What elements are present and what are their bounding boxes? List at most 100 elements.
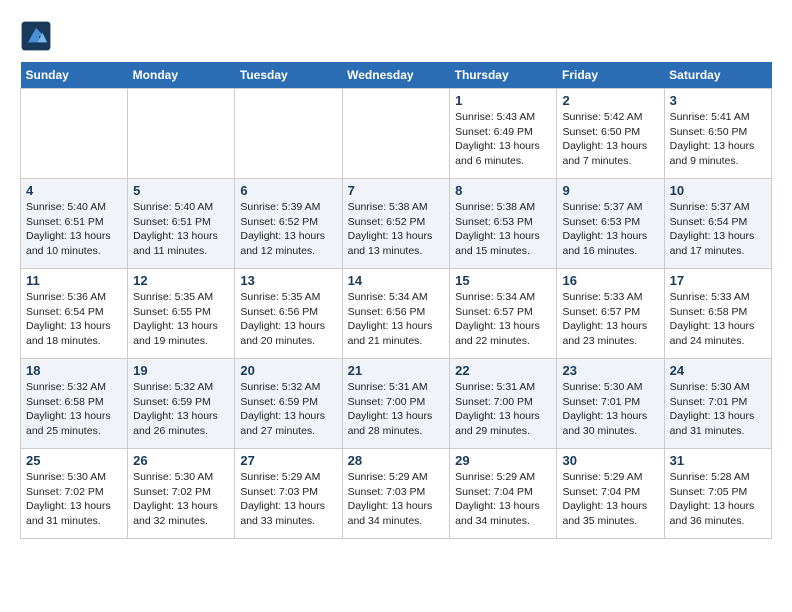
calendar-cell: 1Sunrise: 5:43 AM Sunset: 6:49 PM Daylig… <box>450 89 557 179</box>
calendar-cell: 23Sunrise: 5:30 AM Sunset: 7:01 PM Dayli… <box>557 359 664 449</box>
calendar-cell: 29 Sunrise: 5:29 AM Sunset: 7:04 PM Dayli… <box>450 449 557 539</box>
calendar-header: SundayMondayTuesdayWednesdayThursdayFrid… <box>21 62 772 89</box>
calendar-week-row: 25 Sunrise: 5:30 AM Sunset: 7:02 PM Dayli… <box>21 449 772 539</box>
day-number: 5 <box>133 183 229 198</box>
day-number: 9 <box>562 183 658 198</box>
day-number: 2 <box>562 93 658 108</box>
day-number: 25 <box>26 453 122 468</box>
day-details: Sunrise: 5:40 AM Sunset: 6:51 PM Dayligh… <box>26 200 122 259</box>
calendar-cell: 20 Sunrise: 5:32 AM Sunset: 6:59 PM Dayli… <box>235 359 342 449</box>
day-details: Sunrise: 5:34 AM Sunset: 6:56 PM Dayligh… <box>348 290 445 349</box>
day-details: Sunrise: 5:37 AM Sunset: 6:53 PM Dayligh… <box>562 200 658 259</box>
calendar-cell: 5Sunrise: 5:40 AM Sunset: 6:51 PM Daylig… <box>128 179 235 269</box>
weekday-header: Sunday <box>21 62 128 89</box>
day-details: Sunrise: 5:32 AM Sunset: 6:59 PM Dayligh… <box>240 380 336 439</box>
day-number: 21 <box>348 363 445 378</box>
day-number: 13 <box>240 273 336 288</box>
calendar-cell: 15Sunrise: 5:34 AM Sunset: 6:57 PM Dayli… <box>450 269 557 359</box>
calendar-cell: 7 Sunrise: 5:38 AM Sunset: 6:52 PM Daylig… <box>342 179 450 269</box>
calendar-cell <box>342 89 450 179</box>
day-details: Sunrise: 5:32 AM Sunset: 6:59 PM Dayligh… <box>133 380 229 439</box>
day-details: Sunrise: 5:41 AM Sunset: 6:50 PM Dayligh… <box>670 110 766 169</box>
day-details: Sunrise: 5:29 AM Sunset: 7:03 PM Dayligh… <box>240 470 336 529</box>
day-number: 20 <box>240 363 336 378</box>
calendar-week-row: 18Sunrise: 5:32 AM Sunset: 6:58 PM Dayli… <box>21 359 772 449</box>
day-number: 6 <box>240 183 336 198</box>
calendar-cell: 22Sunrise: 5:31 AM Sunset: 7:00 PM Dayli… <box>450 359 557 449</box>
weekday-header: Wednesday <box>342 62 450 89</box>
calendar-cell: 10Sunrise: 5:37 AM Sunset: 6:54 PM Dayli… <box>664 179 771 269</box>
calendar-cell <box>21 89 128 179</box>
day-number: 24 <box>670 363 766 378</box>
weekday-header: Tuesday <box>235 62 342 89</box>
calendar-cell: 8 Sunrise: 5:38 AM Sunset: 6:53 PM Daylig… <box>450 179 557 269</box>
day-details: Sunrise: 5:34 AM Sunset: 6:57 PM Dayligh… <box>455 290 551 349</box>
day-number: 10 <box>670 183 766 198</box>
day-number: 19 <box>133 363 229 378</box>
calendar-cell: 26 Sunrise: 5:30 AM Sunset: 7:02 PM Dayli… <box>128 449 235 539</box>
day-details: Sunrise: 5:30 AM Sunset: 7:01 PM Dayligh… <box>670 380 766 439</box>
calendar-cell: 21 Sunrise: 5:31 AM Sunset: 7:00 PM Dayli… <box>342 359 450 449</box>
calendar-cell: 4 Sunrise: 5:40 AM Sunset: 6:51 PM Daylig… <box>21 179 128 269</box>
calendar-cell <box>235 89 342 179</box>
calendar-cell <box>128 89 235 179</box>
day-details: Sunrise: 5:36 AM Sunset: 6:54 PM Dayligh… <box>26 290 122 349</box>
calendar-cell: 18Sunrise: 5:32 AM Sunset: 6:58 PM Dayli… <box>21 359 128 449</box>
day-number: 4 <box>26 183 122 198</box>
calendar-cell: 2 Sunrise: 5:42 AM Sunset: 6:50 PM Daylig… <box>557 89 664 179</box>
day-number: 7 <box>348 183 445 198</box>
calendar-cell: 25 Sunrise: 5:30 AM Sunset: 7:02 PM Dayli… <box>21 449 128 539</box>
calendar-cell: 14 Sunrise: 5:34 AM Sunset: 6:56 PM Dayli… <box>342 269 450 359</box>
day-details: Sunrise: 5:32 AM Sunset: 6:58 PM Dayligh… <box>26 380 122 439</box>
day-number: 29 <box>455 453 551 468</box>
calendar-week-row: 1Sunrise: 5:43 AM Sunset: 6:49 PM Daylig… <box>21 89 772 179</box>
calendar-cell: 27 Sunrise: 5:29 AM Sunset: 7:03 PM Dayli… <box>235 449 342 539</box>
day-number: 26 <box>133 453 229 468</box>
calendar-cell: 31 Sunrise: 5:28 AM Sunset: 7:05 PM Dayli… <box>664 449 771 539</box>
weekday-header: Thursday <box>450 62 557 89</box>
calendar-cell: 30Sunrise: 5:29 AM Sunset: 7:04 PM Dayli… <box>557 449 664 539</box>
page-header <box>20 20 772 52</box>
day-details: Sunrise: 5:35 AM Sunset: 6:56 PM Dayligh… <box>240 290 336 349</box>
day-number: 27 <box>240 453 336 468</box>
day-details: Sunrise: 5:31 AM Sunset: 7:00 PM Dayligh… <box>455 380 551 439</box>
day-number: 31 <box>670 453 766 468</box>
calendar-cell: 24 Sunrise: 5:30 AM Sunset: 7:01 PM Dayli… <box>664 359 771 449</box>
day-details: Sunrise: 5:29 AM Sunset: 7:04 PM Dayligh… <box>455 470 551 529</box>
day-details: Sunrise: 5:30 AM Sunset: 7:02 PM Dayligh… <box>26 470 122 529</box>
weekday-header: Monday <box>128 62 235 89</box>
day-number: 12 <box>133 273 229 288</box>
calendar-table: SundayMondayTuesdayWednesdayThursdayFrid… <box>20 62 772 539</box>
day-details: Sunrise: 5:43 AM Sunset: 6:49 PM Dayligh… <box>455 110 551 169</box>
calendar-cell: 3 Sunrise: 5:41 AM Sunset: 6:50 PM Daylig… <box>664 89 771 179</box>
day-details: Sunrise: 5:42 AM Sunset: 6:50 PM Dayligh… <box>562 110 658 169</box>
day-details: Sunrise: 5:33 AM Sunset: 6:57 PM Dayligh… <box>562 290 658 349</box>
calendar-cell: 28 Sunrise: 5:29 AM Sunset: 7:03 PM Dayli… <box>342 449 450 539</box>
calendar-cell: 9 Sunrise: 5:37 AM Sunset: 6:53 PM Daylig… <box>557 179 664 269</box>
logo <box>20 20 56 52</box>
calendar-cell: 12Sunrise: 5:35 AM Sunset: 6:55 PM Dayli… <box>128 269 235 359</box>
calendar-cell: 6Sunrise: 5:39 AM Sunset: 6:52 PM Daylig… <box>235 179 342 269</box>
calendar-cell: 17 Sunrise: 5:33 AM Sunset: 6:58 PM Dayli… <box>664 269 771 359</box>
calendar-cell: 16 Sunrise: 5:33 AM Sunset: 6:57 PM Dayli… <box>557 269 664 359</box>
calendar-week-row: 11 Sunrise: 5:36 AM Sunset: 6:54 PM Dayli… <box>21 269 772 359</box>
day-number: 17 <box>670 273 766 288</box>
day-number: 3 <box>670 93 766 108</box>
day-details: Sunrise: 5:38 AM Sunset: 6:52 PM Dayligh… <box>348 200 445 259</box>
day-details: Sunrise: 5:33 AM Sunset: 6:58 PM Dayligh… <box>670 290 766 349</box>
day-number: 14 <box>348 273 445 288</box>
day-details: Sunrise: 5:30 AM Sunset: 7:01 PM Dayligh… <box>562 380 658 439</box>
day-details: Sunrise: 5:38 AM Sunset: 6:53 PM Dayligh… <box>455 200 551 259</box>
calendar-body: 1Sunrise: 5:43 AM Sunset: 6:49 PM Daylig… <box>21 89 772 539</box>
day-details: Sunrise: 5:29 AM Sunset: 7:03 PM Dayligh… <box>348 470 445 529</box>
day-details: Sunrise: 5:30 AM Sunset: 7:02 PM Dayligh… <box>133 470 229 529</box>
day-details: Sunrise: 5:31 AM Sunset: 7:00 PM Dayligh… <box>348 380 445 439</box>
day-number: 30 <box>562 453 658 468</box>
day-details: Sunrise: 5:28 AM Sunset: 7:05 PM Dayligh… <box>670 470 766 529</box>
calendar-cell: 11 Sunrise: 5:36 AM Sunset: 6:54 PM Dayli… <box>21 269 128 359</box>
day-number: 8 <box>455 183 551 198</box>
weekday-header: Saturday <box>664 62 771 89</box>
day-number: 16 <box>562 273 658 288</box>
day-number: 28 <box>348 453 445 468</box>
day-number: 11 <box>26 273 122 288</box>
